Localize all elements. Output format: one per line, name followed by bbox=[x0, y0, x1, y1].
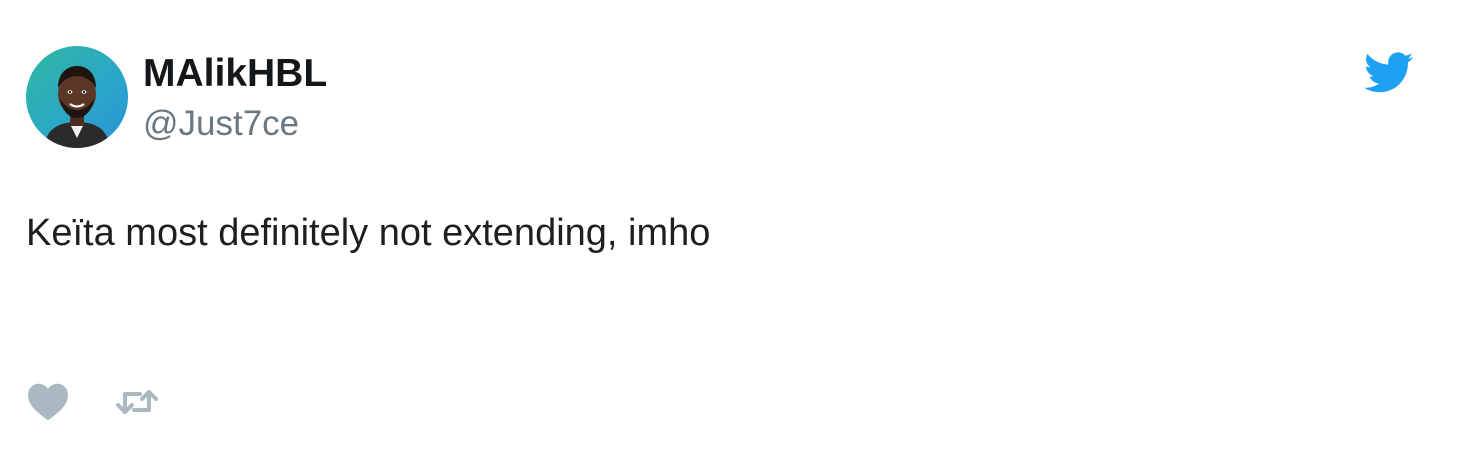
author-handle[interactable]: @Just7ce bbox=[143, 102, 299, 146]
avatar[interactable] bbox=[26, 46, 128, 148]
tweet-card: MAlikHBL @Just7ce Keïta most definitely … bbox=[0, 0, 1460, 451]
retweet-icon[interactable] bbox=[114, 386, 160, 418]
avatar-image bbox=[44, 66, 110, 148]
heart-icon[interactable] bbox=[26, 381, 70, 421]
twitter-bird-icon[interactable] bbox=[1364, 52, 1414, 94]
tweet-text: Keïta most definitely not extending, imh… bbox=[26, 212, 711, 254]
author-name[interactable]: MAlikHBL bbox=[143, 50, 327, 98]
